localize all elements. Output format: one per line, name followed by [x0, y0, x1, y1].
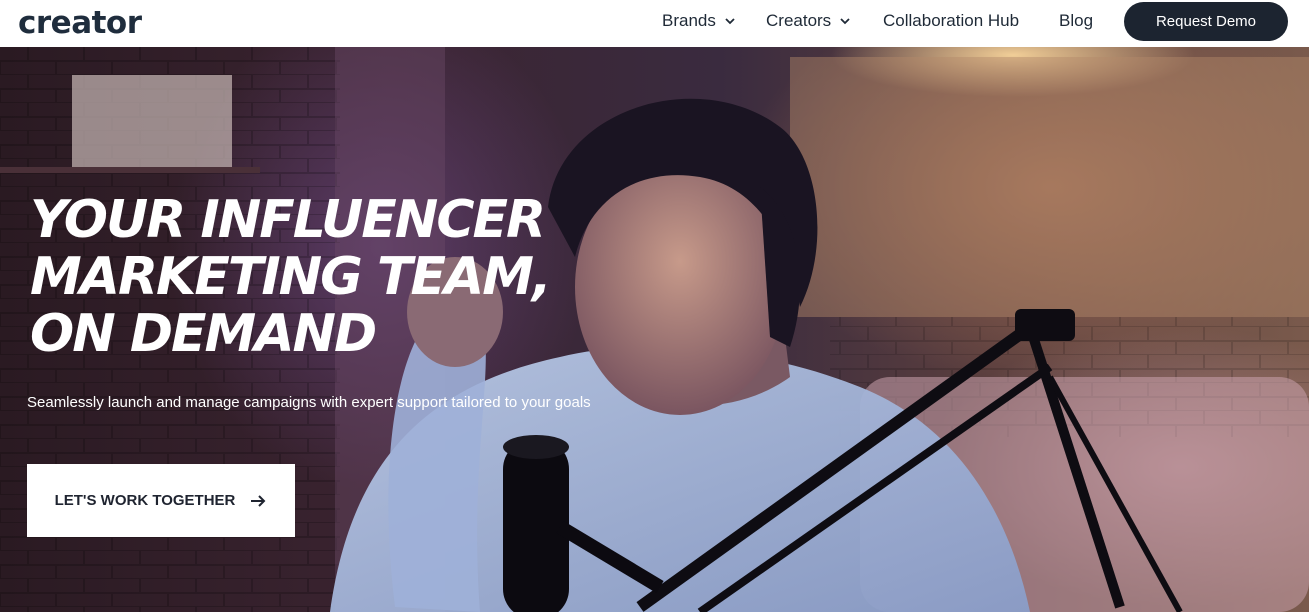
nav-item-label: Blog	[1059, 11, 1094, 30]
hero-subtitle: Seamlessly launch and manage campaigns w…	[27, 394, 591, 411]
hero-section: YOUR INFLUENCER MARKETING TEAM, ON DEMAN…	[0, 47, 1309, 612]
nav-item-label: Creators	[766, 11, 832, 30]
nav-item-blog[interactable]: Blog	[1059, 11, 1093, 31]
headline-line: YOUR INFLUENCER	[30, 190, 546, 250]
request-demo-button[interactable]: Request Demo	[1124, 2, 1288, 41]
headline-line: MARKETING TEAM,	[30, 247, 552, 307]
nav-item-collaboration-hub[interactable]: Collaboration Hub	[883, 11, 1019, 31]
site-header: creator Brands Creators Collaboration Hu…	[0, 0, 1309, 47]
nav-item-creators[interactable]: Creators	[766, 11, 851, 31]
hero-headline: YOUR INFLUENCER MARKETING TEAM, ON DEMAN…	[30, 192, 630, 363]
nav-item-brands[interactable]: Brands	[662, 11, 736, 31]
nav-item-label: Collaboration Hub	[883, 11, 1020, 30]
chevron-down-icon	[725, 18, 735, 25]
logo[interactable]: creator	[18, 5, 142, 41]
logo-text: creator	[18, 5, 142, 41]
chevron-down-icon	[840, 18, 850, 25]
cta-label: LET'S WORK TOGETHER	[54, 492, 236, 509]
arrow-right-icon	[251, 494, 266, 507]
nav-item-label: Brands	[662, 11, 716, 30]
work-together-button[interactable]: LET'S WORK TOGETHER	[27, 464, 295, 537]
headline-line: ON DEMAND	[30, 304, 377, 364]
